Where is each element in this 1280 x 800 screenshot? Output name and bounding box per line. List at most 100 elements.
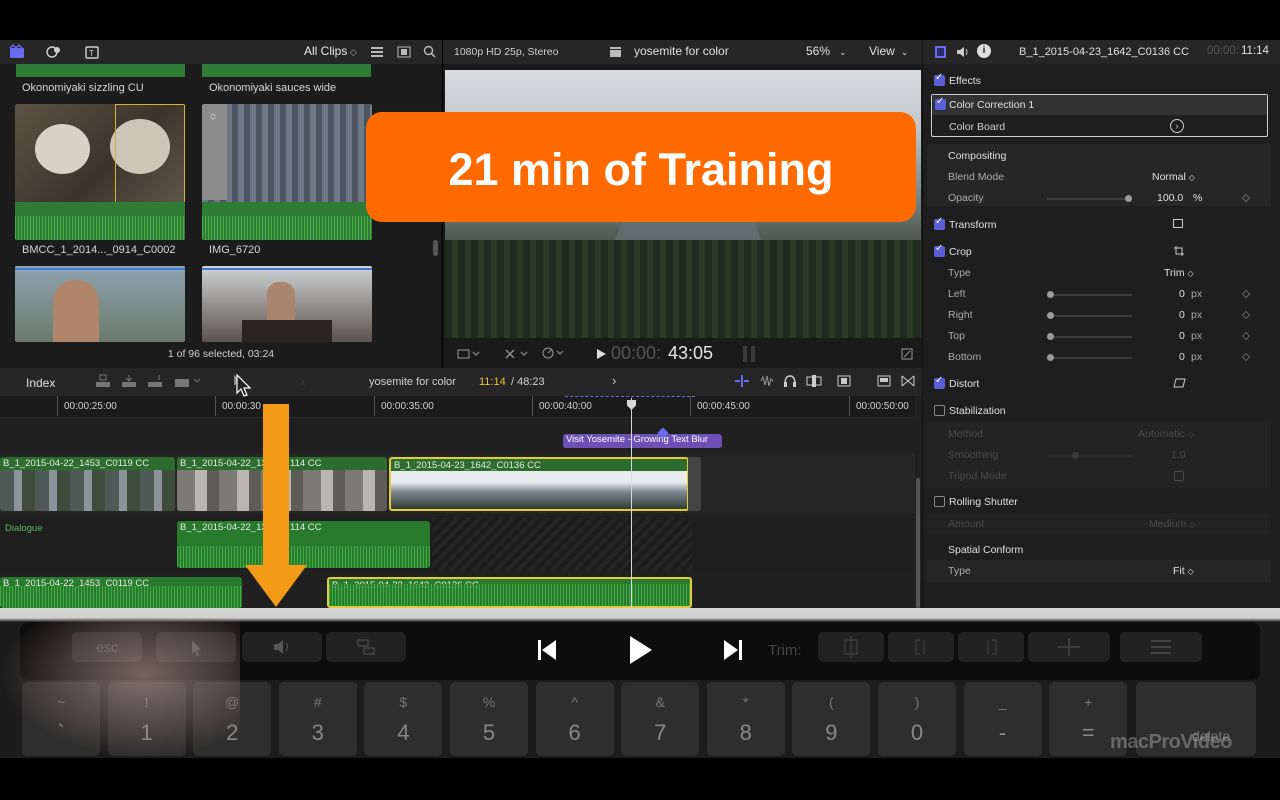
opacity-slider[interactable] [1047,195,1132,202]
keyframe-icon[interactable] [1241,289,1251,299]
keyframe-icon[interactable] [1241,331,1251,341]
distort-onscreen-icon[interactable] [1173,378,1186,388]
distort-checkbox[interactable] [934,375,945,389]
conform-type-popup[interactable]: Fit ◇ [1173,565,1194,577]
stabilization-checkbox[interactable] [934,405,945,416]
zoom-menu[interactable]: 56% ⌄ [806,44,847,58]
headphones-icon[interactable] [783,375,797,387]
all-clips-filter[interactable]: All Clips ◇ [304,44,357,58]
transform-onscreen-icon[interactable] [1173,219,1183,228]
transform-checkbox[interactable] [934,216,945,230]
crop-right-knob[interactable] [1047,312,1054,319]
number-key[interactable]: $4 [364,682,443,756]
number-key[interactable]: * 8 [706,682,785,756]
playhead[interactable] [631,398,632,608]
photos-audio-icon[interactable] [45,44,67,62]
crop-left-slider[interactable] [1047,291,1132,298]
number-key[interactable]: & 7 [621,682,700,756]
forward-arrow-icon[interactable]: › [612,373,616,388]
timeline-scrollbar[interactable] [916,478,920,608]
transitions-browser-icon[interactable] [901,375,915,387]
clip-thumbnail[interactable] [15,266,185,342]
blend-mode-popup[interactable]: Normal ◇ [1152,171,1195,183]
color-correction-checkbox[interactable] [935,96,946,110]
number-key[interactable]: ) 0 [878,682,956,756]
timeline-ruler[interactable]: 00:00:25:00 00:00:30 00:00:35:00 00:00:4… [0,396,915,418]
speed-icon[interactable] [541,346,569,360]
append-clip-icon[interactable] [147,374,163,388]
play-icon[interactable] [595,348,607,360]
crop-left-value[interactable]: 0 [1179,288,1185,300]
display-options-icon[interactable] [457,348,481,360]
titles-generators-icon[interactable]: T [83,44,105,62]
transform-tool-icon[interactable] [503,347,531,361]
view-menu[interactable]: View ⌄ [869,44,908,58]
audio-inspector-icon[interactable] [955,45,969,59]
overwrite-clip-icon[interactable] [174,374,202,388]
clip-thumbnail[interactable] [202,266,372,342]
crop-top-value[interactable]: 0 [1179,330,1185,342]
crop-left-knob[interactable] [1047,291,1054,298]
video-clip[interactable]: B_1_2015-04-22_1453_C0119 CC [0,457,175,511]
solo-icon[interactable] [806,375,822,387]
crop-right-slider[interactable] [1047,312,1132,319]
crop-bottom-slider[interactable] [1047,354,1132,361]
arrow-right-icon[interactable]: › [1170,119,1184,133]
audio-clip[interactable]: B_1_2015-04-22_13 114 CC [177,521,430,568]
audio-clip[interactable]: B_1_2015-04-22_1453_C0119 CC [0,577,242,608]
keyframe-icon[interactable] [1241,310,1251,320]
volume-key[interactable] [242,632,322,662]
index-button[interactable]: Index [26,376,55,390]
list-view-icon[interactable] [370,46,384,58]
crop-top-slider[interactable] [1047,333,1132,340]
clip-connections-key[interactable] [326,632,406,662]
number-key[interactable]: % 5 [450,682,528,756]
opacity-slider-knob[interactable] [1125,195,1132,202]
window-layout-icon[interactable] [877,375,891,387]
keyframe-icon[interactable] [1241,352,1251,362]
search-icon[interactable] [423,45,436,58]
back-arrow-icon[interactable]: ‹ [301,374,305,389]
trim-start-key[interactable] [818,632,884,662]
effects-checkbox[interactable] [934,72,945,86]
title-clip[interactable]: Visit Yosemite - Growing Text Blur [563,434,722,448]
rolling-shutter-checkbox[interactable] [934,496,945,507]
trim-in-key[interactable] [888,632,954,662]
crop-checkbox[interactable] [934,243,945,257]
browser-scrollbar[interactable] [433,240,438,256]
crop-type-popup[interactable]: Trim ◇ [1164,267,1194,279]
filmstrip-view-icon[interactable] [397,46,411,58]
number-key[interactable]: (9 [792,682,871,756]
crop-bottom-knob[interactable] [1047,354,1054,361]
clip-appearance-icon[interactable] [837,375,851,387]
next-edit-button[interactable] [698,628,770,672]
crop-top-knob[interactable] [1047,333,1054,340]
number-key[interactable]: ^ 6 [535,682,614,756]
fullscreen-icon[interactable] [901,348,913,360]
connect-clip-icon[interactable] [95,374,111,388]
insert-clip-icon[interactable] [121,374,137,388]
libraries-icon[interactable] [8,44,30,62]
trim-out-key[interactable] [958,632,1024,662]
color-correction-row[interactable]: Color Correction 1 [932,95,1267,115]
info-icon[interactable]: i [977,44,991,58]
crop-right-value[interactable]: 0 [1179,309,1185,321]
skimming-icon[interactable] [734,375,750,387]
blade-key[interactable] [1028,632,1110,662]
video-inspector-icon[interactable] [934,45,947,59]
number-key[interactable]: _ - [963,682,1042,756]
crop-onscreen-icon[interactable] [1173,245,1185,257]
clip-thumbnail[interactable]: ☼ [202,104,372,240]
menu-key[interactable] [1120,632,1202,662]
play-button[interactable] [604,628,676,672]
previous-edit-button[interactable] [510,628,582,672]
px-unit: px [1191,351,1203,363]
clip-thumbnail[interactable] [15,104,185,240]
selected-audio-clip[interactable]: B_1_2015-04-23_1642_C0136 CC [327,577,692,608]
number-key[interactable]: #3 [278,682,357,756]
clip-trim-handle[interactable] [688,457,701,511]
opacity-value[interactable]: 100.0 [1157,192,1183,204]
crop-bottom-value[interactable]: 0 [1179,351,1185,363]
audio-skimming-icon[interactable] [759,375,775,387]
selected-video-clip[interactable]: B_1_2015-04-23_1642_C0136 CC [389,457,689,511]
